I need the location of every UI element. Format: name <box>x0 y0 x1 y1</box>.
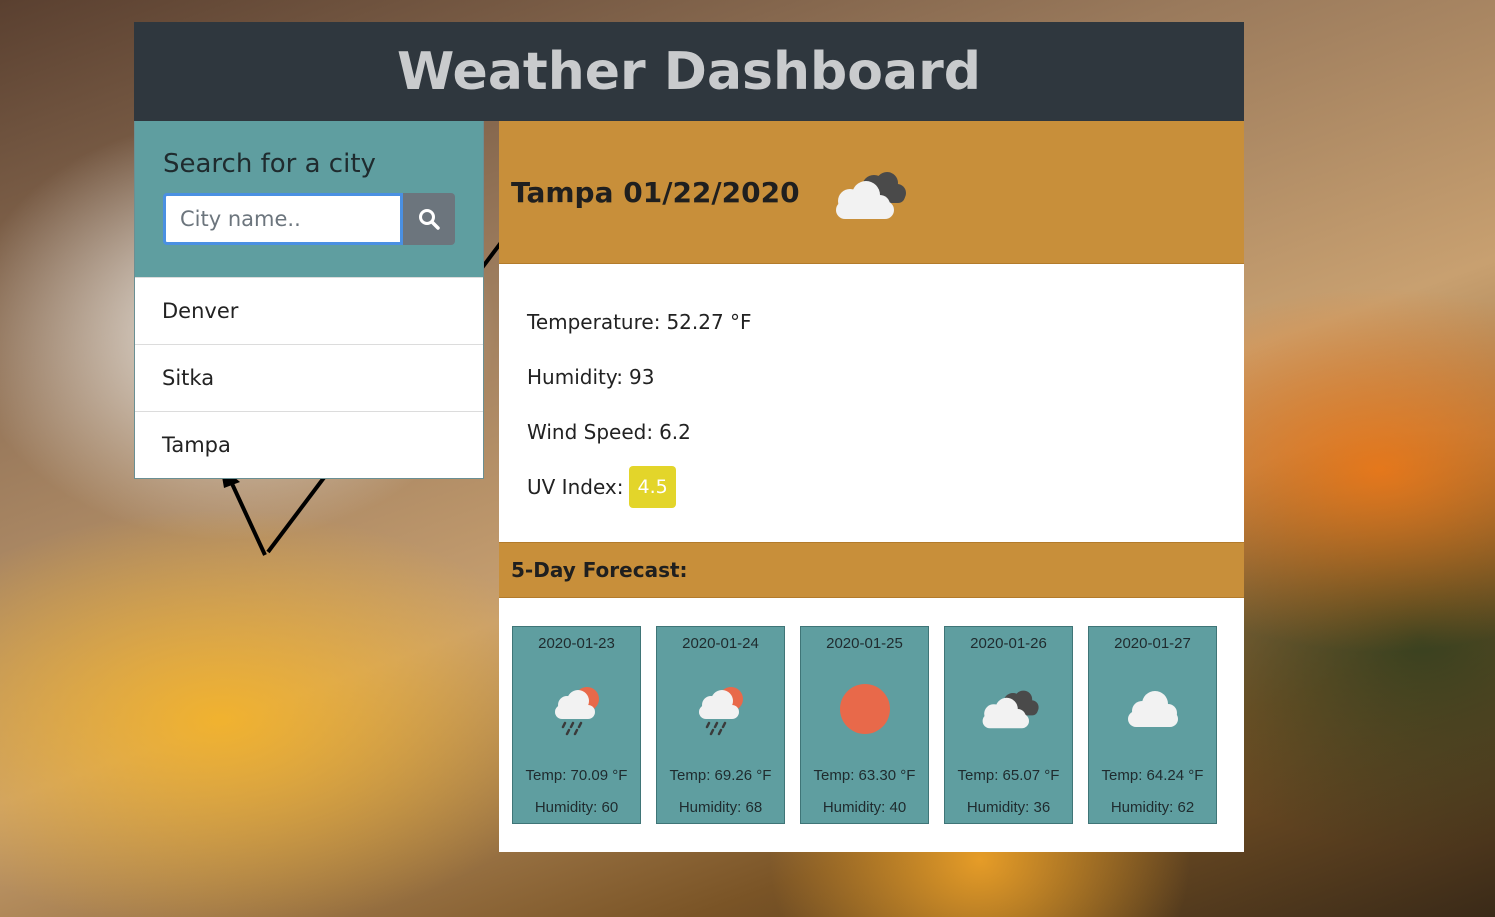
search-panel: Search for a city <box>135 121 483 277</box>
forecast-title: 5-Day Forecast: <box>511 558 688 582</box>
broken-clouds-icon <box>835 172 906 219</box>
cloud-icon <box>1127 691 1178 727</box>
city-item-tampa[interactable]: Tampa <box>135 411 483 478</box>
forecast-date: 2020-01-25 <box>826 635 903 652</box>
rain-sun-icon <box>698 687 743 736</box>
broken-clouds-icon <box>982 690 1039 729</box>
city-item-denver[interactable]: Denver <box>135 277 483 344</box>
humidity-value: 93 <box>628 364 655 389</box>
forecast-header: 5-Day Forecast: <box>499 542 1244 598</box>
search-row <box>163 193 455 245</box>
current-weather-body: Temperature: 52.27 °F Humidity: 93 Wind … <box>499 264 1244 540</box>
search-button[interactable] <box>403 193 455 245</box>
main-panel: Tampa 01/22/2020 Temperature: 52.27 °F H… <box>499 121 1244 852</box>
wind-label: Wind Speed: <box>527 419 654 444</box>
forecast-humidity: Humidity: 40 <box>822 799 907 816</box>
forecast-humidity: Humidity: 60 <box>534 799 619 816</box>
current-city-title: Tampa 01/22/2020 <box>511 175 800 209</box>
forecast-date: 2020-01-27 <box>1114 635 1191 652</box>
forecast-date: 2020-01-23 <box>538 635 615 652</box>
rain-sun-icon <box>554 687 599 736</box>
wind-row: Wind Speed: 6.2 <box>527 404 1216 459</box>
temperature-row: Temperature: 52.27 °F <box>527 294 1216 349</box>
forecast-temp: Temp: 65.07 °F <box>957 767 1060 784</box>
page-title: Weather Dashboard <box>397 41 981 102</box>
search-icon <box>419 209 440 230</box>
humidity-row: Humidity: 93 <box>527 349 1216 404</box>
humidity-label: Humidity: <box>527 364 623 389</box>
forecast-temp: Temp: 64.24 °F <box>1101 767 1204 784</box>
current-weather-header: Tampa 01/22/2020 <box>499 121 1244 264</box>
sun-icon <box>839 684 890 734</box>
forecast-humidity: Humidity: 62 <box>1110 799 1195 816</box>
sidebar: Search for a city Denver Sitka Tampa <box>134 121 484 479</box>
forecast-card: 2020-01-24 Temp: 69.26 °F Humidity: 68 <box>656 626 785 824</box>
app-header: Weather Dashboard <box>134 22 1244 121</box>
forecast-card: 2020-01-23 Temp: 70.09 °F Humidity: 60 <box>512 626 641 824</box>
forecast-card: 2020-01-27 Temp: 64.24 °F Humidity: 62 <box>1088 626 1217 824</box>
uv-label: UV Index: <box>527 474 624 499</box>
forecast-temp: Temp: 70.09 °F <box>525 767 628 784</box>
forecast-temp: Temp: 63.30 °F <box>813 767 916 784</box>
temperature-value: 52.27 °F <box>666 309 752 334</box>
forecast-card: 2020-01-25 Temp: 63.30 °F Humidity: 40 <box>800 626 929 824</box>
temperature-label: Temperature: <box>527 309 661 334</box>
forecast-temp: Temp: 69.26 °F <box>669 767 772 784</box>
city-item-sitka[interactable]: Sitka <box>135 344 483 411</box>
search-title: Search for a city <box>163 149 376 179</box>
search-input[interactable] <box>163 193 403 245</box>
forecast-humidity: Humidity: 36 <box>966 799 1051 816</box>
uv-badge: 4.5 <box>629 465 676 508</box>
forecast-humidity: Humidity: 68 <box>678 799 763 816</box>
uv-row: UV Index: 4.5 <box>527 459 1216 514</box>
forecast-cards: 2020-01-23 Temp: 70.09 °F Humidity: 60 2… <box>512 626 1217 824</box>
forecast-date: 2020-01-26 <box>970 635 1047 652</box>
wind-value: 6.2 <box>659 419 691 444</box>
forecast-date: 2020-01-24 <box>682 635 759 652</box>
forecast-card: 2020-01-26 Temp: 65.07 °F Humidity: 36 <box>944 626 1073 824</box>
